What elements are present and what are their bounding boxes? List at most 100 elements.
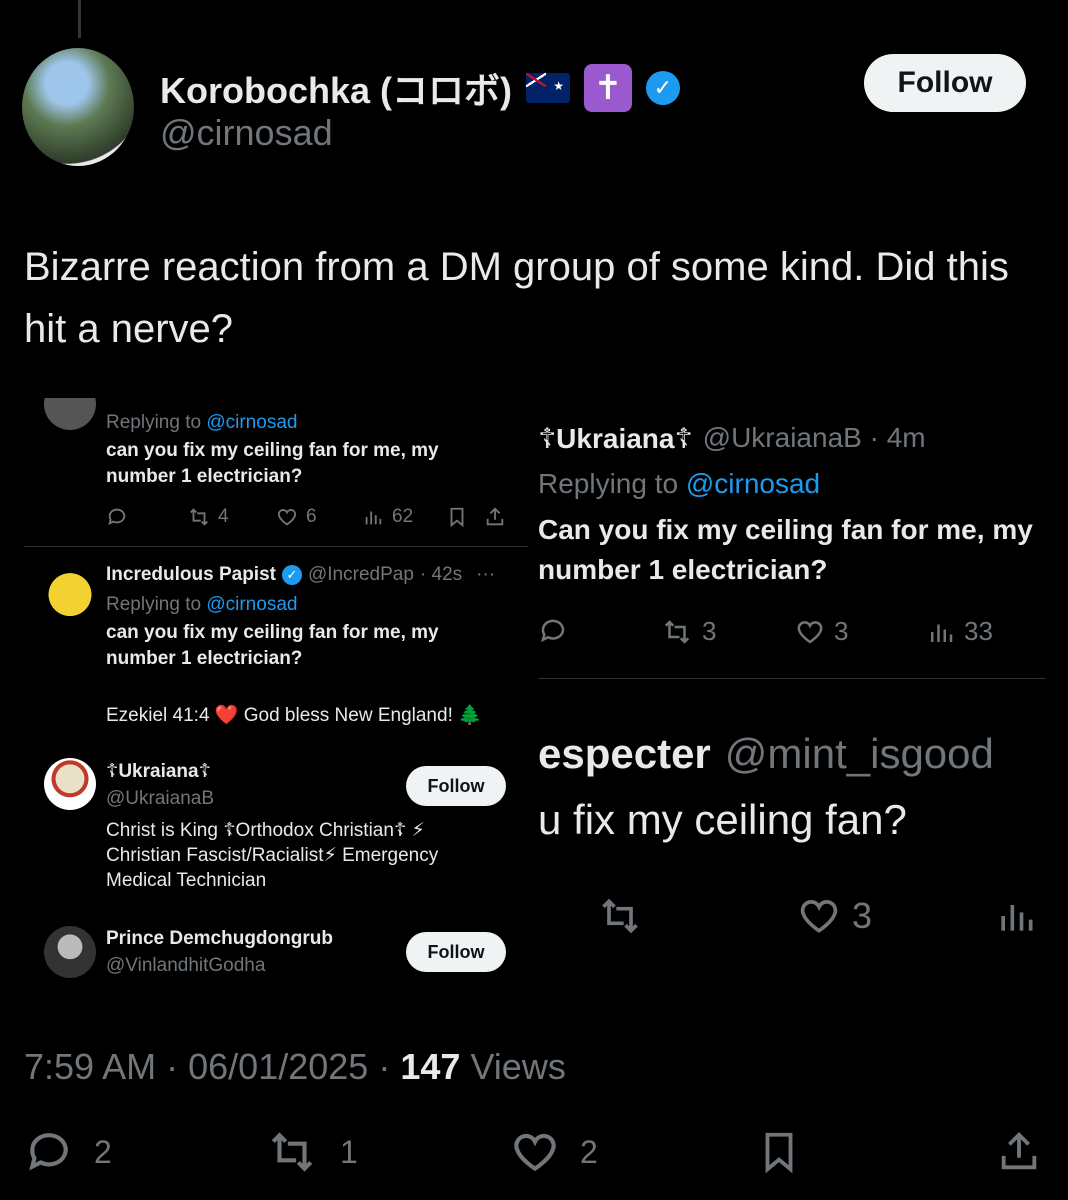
more-options-icon[interactable]: ··· bbox=[476, 564, 495, 586]
papist-handle[interactable]: @IncredPap bbox=[308, 564, 414, 586]
follow-button[interactable]: Follow bbox=[864, 54, 1026, 112]
profile-avatar[interactable] bbox=[44, 926, 96, 978]
bio-line: Ezekiel 41:4 ❤️ God bless New England! 🌲 bbox=[106, 705, 482, 726]
avatar[interactable] bbox=[22, 48, 134, 166]
author-handle[interactable]: @cirnosad bbox=[160, 112, 333, 154]
like-button[interactable]: 2 bbox=[510, 1122, 598, 1182]
papist-avatar[interactable] bbox=[44, 566, 96, 618]
tweet-time[interactable]: 7:59 AM bbox=[24, 1046, 156, 1087]
reply-icon bbox=[29, 1133, 68, 1171]
reply-header: especter @mint_isgood bbox=[538, 730, 994, 778]
replying-prefix: Replying to bbox=[106, 594, 202, 615]
retweet-icon bbox=[664, 619, 690, 644]
reply-actions: 3 bbox=[538, 894, 1046, 946]
reply-body: can you fix my ceiling fan for me, my nu… bbox=[106, 440, 439, 487]
cross-badge-icon: ✝ bbox=[584, 64, 633, 112]
profile-avatar[interactable] bbox=[44, 758, 96, 810]
follow-button[interactable]: Follow bbox=[406, 932, 506, 972]
views-action[interactable]: 62 bbox=[362, 506, 413, 528]
like-action[interactable]: 6 bbox=[276, 506, 317, 528]
reply-author-handle[interactable]: @mint_isgood bbox=[725, 730, 994, 778]
replying-to-line: Replying to @cirnosad bbox=[538, 468, 820, 500]
reply-header: ☦Ukraiana☦ @UkraianaB · 4m bbox=[538, 422, 926, 455]
reply-actions: 4 6 62 bbox=[106, 506, 516, 534]
heart-icon bbox=[277, 509, 297, 526]
share-icon[interactable] bbox=[484, 506, 506, 528]
replying-handle-link[interactable]: @cirnosad bbox=[686, 468, 820, 499]
replying-handle-link[interactable]: @cirnosad bbox=[206, 412, 297, 433]
retweet-count: 3 bbox=[702, 616, 717, 646]
profile-bio: Christ is King ☦Orthodox Christian☦ ⚡ Ch… bbox=[106, 820, 439, 891]
divider bbox=[538, 678, 1046, 679]
tweet-action-bar: 2 1 2 bbox=[24, 1122, 1044, 1182]
profile-name[interactable]: ☦Ukraiana☦ bbox=[106, 760, 211, 783]
like-action[interactable]: 3 bbox=[794, 616, 848, 647]
replying-to-line: Replying to @cirnosad bbox=[106, 412, 297, 434]
embedded-screenshot-left[interactable]: Replying to @cirnosad can you fix my cei… bbox=[24, 398, 528, 990]
reply-body: Can you fix my ceiling fan for me, my nu… bbox=[538, 514, 1033, 585]
replying-prefix: Replying to bbox=[538, 468, 679, 499]
view-count: 33 bbox=[964, 616, 993, 646]
profile-name[interactable]: Prince Demchugdongrub bbox=[106, 928, 333, 950]
reply-count: 2 bbox=[94, 1133, 112, 1170]
separator: · bbox=[166, 1046, 179, 1087]
retweet-action[interactable]: 4 bbox=[188, 506, 229, 528]
reply-icon[interactable] bbox=[538, 616, 568, 646]
share-button[interactable] bbox=[996, 1122, 1042, 1182]
reply-author-name[interactable]: ☦Ukraiana☦ bbox=[538, 422, 693, 455]
like-count: 3 bbox=[852, 895, 873, 936]
retweet-count: 4 bbox=[218, 506, 229, 527]
retweet-icon bbox=[190, 508, 208, 526]
bookmark-icon[interactable] bbox=[446, 506, 468, 528]
retweet-icon bbox=[271, 1132, 313, 1172]
views-label: Views bbox=[470, 1046, 566, 1087]
tweet-meta: 7:59 AM · 06/01/2025 · 147 Views bbox=[24, 1046, 566, 1088]
heart-icon bbox=[800, 900, 838, 933]
reply-body: u fix my ceiling fan? bbox=[538, 796, 907, 843]
retweet-action[interactable]: 3 bbox=[660, 616, 716, 647]
verified-badge-icon[interactable]: ✓ bbox=[646, 71, 681, 105]
views-action[interactable]: 33 bbox=[926, 616, 993, 647]
profile-handle[interactable]: @UkraianaB bbox=[106, 788, 214, 810]
divider bbox=[24, 546, 528, 547]
separator: · bbox=[378, 1046, 391, 1087]
papist-name[interactable]: Incredulous Papist bbox=[106, 564, 276, 586]
view-count: 62 bbox=[392, 506, 414, 527]
views-icon[interactable] bbox=[994, 894, 1038, 938]
reply-button[interactable]: 2 bbox=[24, 1122, 112, 1182]
views-icon bbox=[931, 624, 953, 642]
retweet-button[interactable]: 1 bbox=[264, 1122, 358, 1182]
australia-flag-icon bbox=[526, 73, 571, 103]
tweet-text: Bizarre reaction from a DM group of some… bbox=[24, 245, 1009, 351]
embedded-screenshot-right[interactable]: ☦Ukraiana☦ @UkraianaB · 4m Replying to @… bbox=[538, 398, 1046, 990]
views-icon bbox=[365, 511, 382, 525]
reply-icon[interactable] bbox=[106, 506, 128, 528]
like-count: 2 bbox=[580, 1133, 598, 1170]
profile-handle[interactable]: @VinlandhitGodha bbox=[106, 955, 265, 977]
tweet-date[interactable]: 06/01/2025 bbox=[188, 1046, 368, 1087]
reply-avatar bbox=[44, 398, 96, 430]
bookmark-icon bbox=[765, 1132, 793, 1174]
heart-icon bbox=[514, 1133, 556, 1172]
author-name-row[interactable]: Korobochka (コロボ) ✝ ✓ bbox=[160, 62, 681, 114]
replying-to-line: Replying to @cirnosad bbox=[106, 594, 297, 616]
verified-badge-icon: ✓ bbox=[281, 565, 302, 585]
views-count: 147 bbox=[400, 1046, 461, 1087]
papist-time: · 42s bbox=[419, 564, 463, 585]
replying-prefix: Replying to bbox=[106, 412, 202, 433]
retweet-icon[interactable] bbox=[592, 894, 648, 938]
thread-connector bbox=[78, 0, 81, 38]
reply-author-handle[interactable]: @UkraianaB · 4m bbox=[703, 422, 926, 455]
like-action[interactable]: 3 bbox=[794, 894, 872, 938]
share-icon bbox=[1001, 1132, 1037, 1170]
reply-actions: 3 3 33 bbox=[538, 616, 1046, 652]
replying-handle-link[interactable]: @cirnosad bbox=[206, 594, 297, 615]
reply-body: can you fix my ceiling fan for me, my nu… bbox=[106, 622, 439, 669]
follow-button[interactable]: Follow bbox=[406, 766, 506, 806]
papist-header: Incredulous Papist ✓ @IncredPap · 42s ··… bbox=[106, 564, 495, 586]
author-display-name[interactable]: Korobochka (コロボ) bbox=[160, 62, 512, 114]
like-count: 6 bbox=[306, 506, 317, 527]
bookmark-button[interactable] bbox=[756, 1122, 802, 1182]
reply-author-name[interactable]: especter bbox=[538, 730, 711, 778]
like-count: 3 bbox=[834, 616, 849, 646]
